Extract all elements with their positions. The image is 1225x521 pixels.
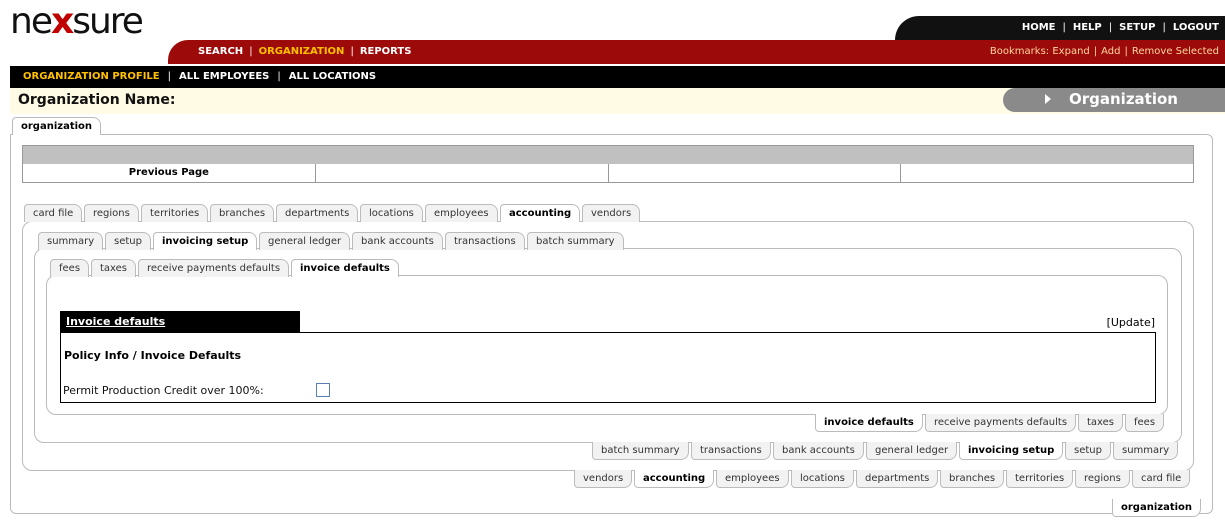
- tab-bank-accounts[interactable]: bank accounts: [352, 232, 443, 250]
- reports-link[interactable]: REPORTS: [360, 46, 412, 57]
- separator: |: [249, 46, 253, 57]
- tab-batch-summary[interactable]: batch summary: [527, 232, 624, 250]
- tab-invoice-defaults[interactable]: invoice defaults: [815, 414, 923, 432]
- main-nav: SEARCH | ORGANIZATION | REPORTS: [198, 46, 411, 57]
- tab-general-ledger[interactable]: general ledger: [259, 232, 351, 250]
- bookmarks: Bookmarks: Expand | Add | Remove Selected: [990, 46, 1219, 57]
- logo-x: x: [50, 1, 74, 42]
- tab-accounting[interactable]: accounting: [634, 470, 715, 488]
- tab-departments[interactable]: departments: [856, 470, 939, 488]
- separator: |: [1124, 46, 1128, 57]
- tab-batch-summary[interactable]: batch summary: [592, 442, 689, 460]
- tab-card-file[interactable]: card file: [24, 204, 83, 222]
- tab-taxes[interactable]: taxes: [91, 259, 137, 277]
- logout-link[interactable]: LOGOUT: [1173, 22, 1219, 33]
- separator: |: [350, 46, 354, 57]
- all-employees-link[interactable]: ALL EMPLOYEES: [179, 71, 269, 82]
- tab-locations[interactable]: locations: [360, 204, 423, 222]
- tab-general-ledger[interactable]: general ledger: [866, 442, 958, 460]
- top-nav: HOME | HELP | SETUP | LOGOUT: [1022, 22, 1219, 33]
- table-cell: [901, 164, 1193, 182]
- tab-summary[interactable]: summary: [1113, 442, 1179, 460]
- bookmarks-label: Bookmarks:: [989, 46, 1050, 57]
- tab-receive-payments-defaults[interactable]: receive payments defaults: [925, 414, 1077, 432]
- all-locations-link[interactable]: ALL LOCATIONS: [289, 71, 376, 82]
- tab-bank-accounts[interactable]: bank accounts: [773, 442, 864, 460]
- tab-departments[interactable]: departments: [276, 204, 359, 222]
- arrow-right-icon: [1045, 94, 1051, 104]
- tab-invoicing-setup[interactable]: invoicing setup: [959, 442, 1064, 460]
- organization-name-label: Organization Name:: [18, 92, 176, 108]
- tab-card-file[interactable]: card file: [1132, 470, 1191, 488]
- previous-page-table: Previous Page: [22, 145, 1194, 183]
- tab-vendors[interactable]: vendors: [574, 470, 633, 488]
- help-link[interactable]: HELP: [1073, 22, 1102, 33]
- tab-branches[interactable]: branches: [940, 470, 1005, 488]
- logo-text-part: sure: [72, 1, 144, 42]
- tab-regions[interactable]: regions: [84, 204, 139, 222]
- bookmarks-add-link[interactable]: Add: [1101, 46, 1120, 57]
- tab-locations[interactable]: locations: [791, 470, 854, 488]
- separator: |: [277, 71, 281, 82]
- permit-production-credit-label: Permit Production Credit over 100%:: [63, 384, 264, 397]
- tab-invoice-defaults[interactable]: invoice defaults: [291, 259, 399, 277]
- tab-employees[interactable]: employees: [425, 204, 498, 222]
- tab-transactions[interactable]: transactions: [445, 232, 525, 250]
- organization-section-badge: Organization: [1003, 88, 1225, 112]
- sub-nav: ORGANIZATION PROFILE | ALL EMPLOYEES | ALL L…: [23, 71, 376, 82]
- update-link[interactable]: [Update]: [1107, 316, 1155, 329]
- tab-employees[interactable]: employees: [716, 470, 789, 488]
- tab-regions[interactable]: regions: [1075, 470, 1130, 488]
- bookmarks-expand-link[interactable]: Expand: [1052, 46, 1089, 57]
- separator: |: [1093, 46, 1098, 57]
- nexsure-logo: nexsure: [10, 1, 144, 42]
- separator: |: [167, 71, 172, 82]
- previous-page-link[interactable]: Previous Page: [23, 164, 316, 182]
- tab-summary[interactable]: summary: [38, 232, 104, 250]
- tab-accounting[interactable]: accounting: [500, 204, 581, 222]
- tab-organization-bottom[interactable]: organization: [1112, 499, 1202, 517]
- table-header: [23, 146, 1193, 164]
- setup-link[interactable]: SETUP: [1119, 22, 1155, 33]
- tab-organization[interactable]: organization: [12, 117, 102, 135]
- organization-profile-link[interactable]: ORGANIZATION PROFILE: [23, 71, 160, 82]
- invoice-defaults-header[interactable]: Invoice defaults: [60, 311, 300, 333]
- tab-fees[interactable]: fees: [1125, 414, 1165, 432]
- separator: |: [1162, 22, 1166, 33]
- tab-fees[interactable]: fees: [50, 259, 90, 277]
- organization-link[interactable]: ORGANIZATION: [259, 46, 345, 57]
- table-cell: [316, 164, 609, 182]
- separator: |: [1108, 22, 1113, 33]
- tab-territories[interactable]: territories: [141, 204, 209, 222]
- tab-transactions[interactable]: transactions: [691, 442, 771, 460]
- tab-taxes[interactable]: taxes: [1078, 414, 1124, 432]
- tab-territories[interactable]: territories: [1006, 470, 1074, 488]
- separator: |: [1062, 22, 1066, 33]
- tab-receive-payments-defaults[interactable]: receive payments defaults: [138, 259, 290, 277]
- organization-section-label: Organization: [1069, 90, 1178, 108]
- home-link[interactable]: HOME: [1022, 22, 1056, 33]
- table-cell: [609, 164, 902, 182]
- search-link[interactable]: SEARCH: [198, 46, 243, 57]
- permit-production-credit-checkbox[interactable]: [316, 383, 330, 397]
- tab-branches[interactable]: branches: [210, 204, 275, 222]
- policy-info-title: Policy Info / Invoice Defaults: [64, 349, 242, 362]
- tab-invoicing-setup[interactable]: invoicing setup: [153, 232, 258, 250]
- tab-setup[interactable]: setup: [105, 232, 151, 250]
- table-row: Previous Page: [23, 164, 1193, 182]
- logo-text-part: ne: [10, 1, 53, 42]
- bookmarks-remove-link[interactable]: Remove Selected: [1132, 46, 1219, 57]
- tab-vendors[interactable]: vendors: [582, 204, 641, 222]
- tab-setup[interactable]: setup: [1065, 442, 1111, 460]
